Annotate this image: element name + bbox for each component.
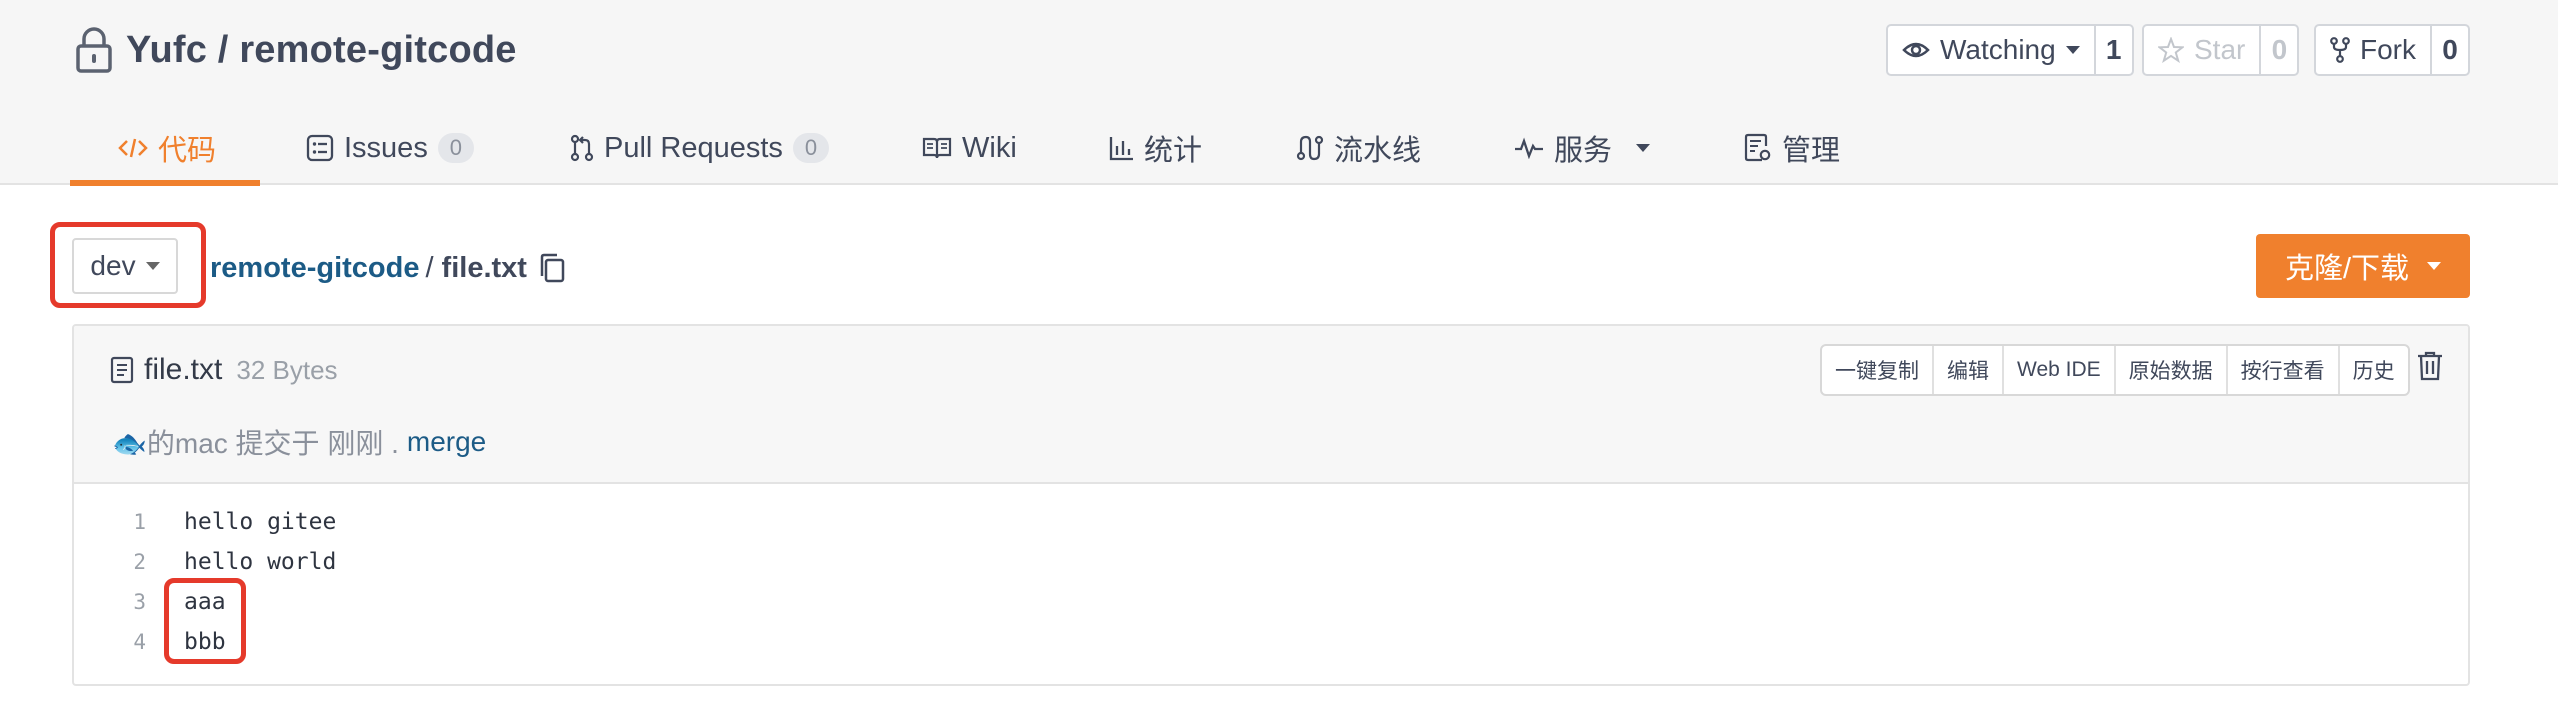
last-commit: 🐟的mac 提交于 刚刚 . merge [112, 422, 486, 462]
repo-name[interactable]: Yufc / remote-gitcode [126, 29, 517, 72]
breadcrumb-repo-link[interactable]: remote-gitcode [210, 252, 419, 285]
watch-button[interactable]: Watching 1 [1886, 24, 2134, 76]
commit-message-link[interactable]: merge [407, 426, 486, 458]
code-line: 1 hello gitee [74, 502, 2468, 542]
tab-label: 统计 [1144, 135, 1203, 167]
code-text: hello gitee [184, 509, 337, 535]
highlight-annotation [164, 578, 246, 664]
active-tab-indicator [70, 180, 260, 186]
fork-button[interactable]: Fork 0 [2314, 24, 2470, 76]
pull-request-icon [570, 134, 594, 162]
clone-label: 克隆/下载 [2284, 253, 2410, 285]
tab-issues[interactable]: Issues 0 [306, 112, 474, 184]
copy-icon[interactable] [537, 252, 567, 284]
commit-author[interactable]: 🐟的mac 提交于 刚刚 . [112, 422, 399, 462]
code-line: 3 aaa [74, 582, 2468, 622]
tab-wiki[interactable]: Wiki [922, 112, 1017, 184]
file-title: file.txt 32 Bytes [110, 350, 338, 390]
breadcrumb-file: file.txt [441, 251, 527, 284]
bar-chart-icon [1109, 137, 1133, 161]
raw-button[interactable]: 原始数据 [2113, 346, 2226, 394]
blame-button[interactable]: 按行查看 [2225, 346, 2338, 394]
star-count: 0 [2259, 26, 2297, 74]
line-number[interactable]: 1 [74, 510, 148, 534]
file-name: file.txt [144, 353, 223, 386]
tab-label: Issues [344, 131, 428, 164]
highlight-annotation [50, 222, 206, 308]
tab-label: 流水线 [1334, 135, 1422, 167]
tab-services[interactable]: 服务 [1514, 112, 1651, 184]
star-label: Star [2194, 34, 2246, 65]
code-line: 2 hello world [74, 542, 2468, 582]
tab-label: 管理 [1782, 135, 1841, 167]
breadcrumb-separator: / [425, 251, 434, 284]
tab-stats[interactable]: 统计 [1108, 112, 1202, 184]
fork-label: Fork [2360, 34, 2416, 65]
code-text: hello world [184, 549, 337, 575]
web-ide-button[interactable]: Web IDE [2002, 346, 2114, 394]
trash-icon[interactable] [2416, 350, 2444, 382]
file-size: 32 Bytes [236, 354, 338, 385]
pulse-icon [1515, 137, 1543, 159]
file-actions: 一键复制 编辑 Web IDE 原始数据 按行查看 历史 [1820, 344, 2410, 396]
star-icon [2158, 37, 2184, 63]
chevron-down-icon [1636, 144, 1651, 152]
file-text-icon [110, 356, 134, 384]
tab-pipeline[interactable]: 流水线 [1296, 112, 1421, 184]
watch-count[interactable]: 1 [2093, 26, 2132, 74]
tab-pull-requests[interactable]: Pull Requests 0 [570, 112, 829, 184]
issues-count-badge: 0 [437, 133, 474, 163]
copy-all-button[interactable]: 一键复制 [1822, 346, 1932, 394]
chevron-down-icon [2065, 46, 2080, 54]
chevron-down-icon [2427, 262, 2442, 270]
code-icon [118, 138, 148, 158]
eye-icon [1902, 42, 1930, 58]
breadcrumb: remote-gitcode / file.txt [210, 246, 567, 290]
tab-label: Wiki [962, 131, 1017, 164]
code-line: 4 bbb [74, 622, 2468, 662]
edit-button[interactable]: 编辑 [1932, 346, 2002, 394]
file-panel: file.txt 32 Bytes 🐟的mac 提交于 刚刚 . merge 一… [72, 324, 2470, 686]
tab-label: 服务 [1554, 135, 1613, 167]
pipeline-icon [1296, 135, 1324, 161]
repo-title: Yufc / remote-gitcode [74, 22, 517, 78]
settings-doc-icon [1744, 133, 1771, 162]
pr-count-badge: 0 [792, 133, 829, 163]
issues-icon [306, 134, 334, 162]
clone-download-button[interactable]: 克隆/下载 [2256, 234, 2470, 298]
lock-icon [76, 27, 112, 73]
tab-label: Pull Requests [604, 131, 783, 164]
wiki-book-icon [922, 137, 952, 159]
line-number[interactable]: 4 [74, 630, 148, 654]
repo-header: Yufc / remote-gitcode Watching 1 Star 0 … [0, 0, 2558, 186]
file-header: file.txt 32 Bytes 🐟的mac 提交于 刚刚 . merge 一… [74, 326, 2468, 484]
history-button[interactable]: 历史 [2337, 346, 2408, 394]
fork-icon [2330, 37, 2350, 63]
tab-code[interactable]: 代码 [118, 112, 216, 184]
tab-label: 代码 [158, 135, 217, 167]
code-view: 1 hello gitee 2 hello world 3 aaa 4 bbb [74, 502, 2468, 662]
star-button[interactable]: Star 0 [2142, 24, 2300, 76]
fork-count[interactable]: 0 [2430, 26, 2468, 74]
tab-manage[interactable]: 管理 [1744, 112, 1840, 184]
watch-label: Watching [1940, 34, 2056, 65]
line-number[interactable]: 3 [74, 590, 148, 614]
line-number[interactable]: 2 [74, 550, 148, 574]
